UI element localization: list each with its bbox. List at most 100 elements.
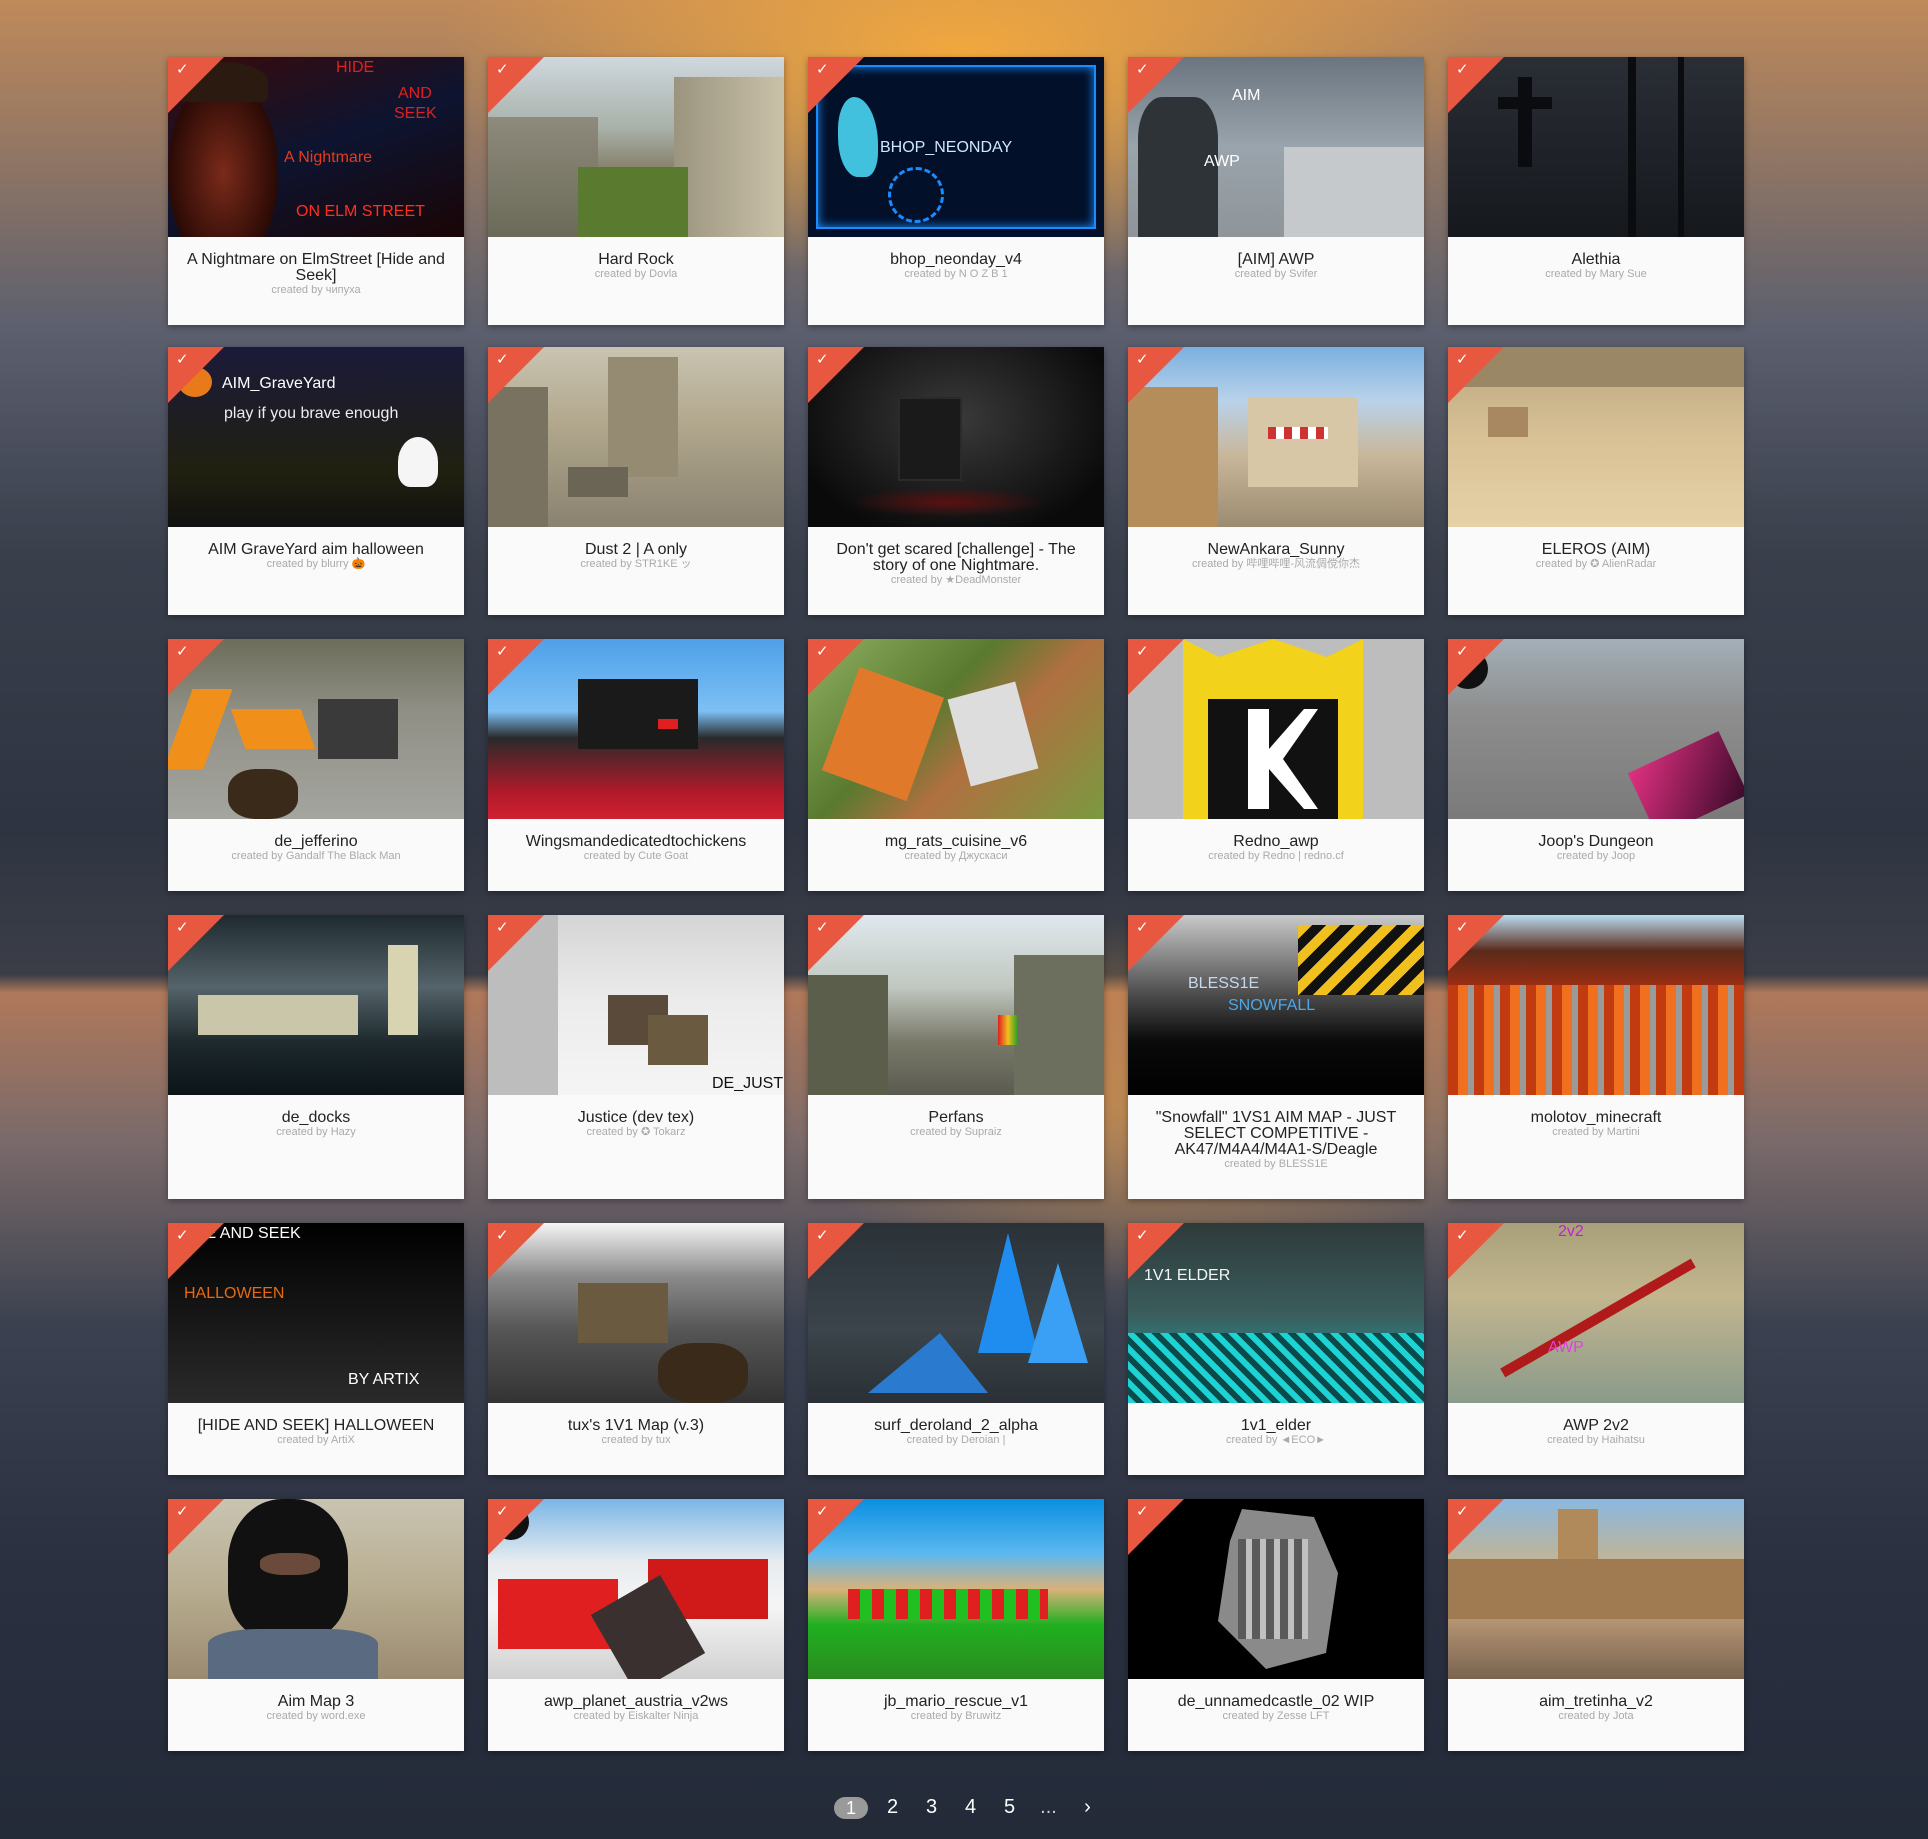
map-thumbnail[interactable]: AIM AWP ✓ xyxy=(1128,57,1424,237)
page-4-button[interactable]: 4 xyxy=(951,1796,990,1819)
map-thumbnail[interactable]: ✓ xyxy=(488,347,784,527)
map-title[interactable]: Perfans xyxy=(808,1095,1104,1126)
creator-name[interactable]: ✪ AlienRadar xyxy=(1590,558,1656,570)
page-3-button[interactable]: 3 xyxy=(912,1796,951,1819)
creator-name[interactable]: Svifer xyxy=(1289,268,1317,280)
creator-name[interactable]: Jota xyxy=(1613,1710,1634,1722)
map-card[interactable]: ✓ Alethia created by Mary Sue xyxy=(1448,57,1744,325)
map-title[interactable]: jb_mario_rescue_v1 xyxy=(808,1679,1104,1710)
page-1-button[interactable]: 1 xyxy=(834,1796,868,1819)
map-thumbnail[interactable]: ✓ xyxy=(808,347,1104,527)
map-thumbnail[interactable]: ✓ xyxy=(1448,1499,1744,1679)
map-title[interactable]: [HIDE AND SEEK] HALLOWEEN xyxy=(168,1403,464,1434)
map-card[interactable]: HIDE AND SEEK A Nightmare ON ELM STREET … xyxy=(168,57,464,325)
map-thumbnail[interactable]: ✓ xyxy=(1128,639,1424,819)
map-title[interactable]: Alethia xyxy=(1448,237,1744,268)
map-card[interactable]: DE AND SEEK HALLOWEEN BY ARTIX ✓ [HIDE A… xyxy=(168,1223,464,1475)
page-5-button[interactable]: 5 xyxy=(990,1796,1029,1819)
map-title[interactable]: A Nightmare on ElmStreet [Hide and Seek] xyxy=(168,237,464,284)
creator-name[interactable]: ArtiX xyxy=(331,1434,355,1446)
creator-name[interactable]: BLESS1E xyxy=(1279,1158,1328,1170)
map-thumbnail[interactable]: ✓ xyxy=(1448,915,1744,1095)
map-title[interactable]: de_jefferino xyxy=(168,819,464,850)
creator-name[interactable]: Deroian | xyxy=(961,1434,1005,1446)
creator-name[interactable]: ✪ Tokarz xyxy=(641,1126,685,1138)
map-card[interactable]: ✓ de_docks created by Hazy xyxy=(168,915,464,1199)
page-2-button[interactable]: 2 xyxy=(873,1796,912,1819)
creator-name[interactable]: Cute Goat xyxy=(638,850,688,862)
map-card[interactable]: 2v2 AWP ✓ AWP 2v2 created by Haihatsu xyxy=(1448,1223,1744,1475)
creator-name[interactable]: Supraiz xyxy=(965,1126,1002,1138)
creator-name[interactable]: 哔哩哔哩-风流倜傥你杰 xyxy=(1246,558,1360,570)
map-title[interactable]: Aim Map 3 xyxy=(168,1679,464,1710)
map-card[interactable]: ✓ jb_mario_rescue_v1 created by Bruwitz xyxy=(808,1499,1104,1751)
map-thumbnail[interactable]: ✓ xyxy=(168,915,464,1095)
creator-name[interactable]: Джускаси xyxy=(959,850,1008,862)
creator-name[interactable]: STR1KE ッ xyxy=(635,558,692,570)
map-thumbnail[interactable]: BHOP_NEONDAY ✓ xyxy=(808,57,1104,237)
map-title[interactable]: de_docks xyxy=(168,1095,464,1126)
map-thumbnail[interactable]: ✓ xyxy=(808,915,1104,1095)
map-card[interactable]: ✓ Wingsmandedicatedtochickens created by… xyxy=(488,639,784,891)
map-title[interactable]: 1v1_elder xyxy=(1128,1403,1424,1434)
creator-name[interactable]: чипуха xyxy=(326,284,361,296)
map-card[interactable]: ✓ ELEROS (AIM) created by ✪ AlienRadar xyxy=(1448,347,1744,615)
map-title[interactable]: surf_deroland_2_alpha xyxy=(808,1403,1104,1434)
map-title[interactable]: Redno_awp xyxy=(1128,819,1424,850)
map-card[interactable]: ✓ Aim Map 3 created by word.exe xyxy=(168,1499,464,1751)
map-card[interactable]: ✓ Dust 2 | A only created by STR1KE ッ xyxy=(488,347,784,615)
creator-name[interactable]: Zesse LFT xyxy=(1277,1710,1330,1722)
creator-name[interactable]: blurry 🎃 xyxy=(321,558,365,570)
map-title[interactable]: NewAnkara_Sunny xyxy=(1128,527,1424,558)
map-thumbnail[interactable]: DE AND SEEK HALLOWEEN BY ARTIX ✓ xyxy=(168,1223,464,1403)
map-thumbnail[interactable]: ✓ xyxy=(1128,1499,1424,1679)
map-thumbnail[interactable]: ✓ xyxy=(168,1499,464,1679)
map-thumbnail[interactable]: AIM_GraveYard play if you brave enough ✓ xyxy=(168,347,464,527)
map-title[interactable]: de_unnamedcastle_02 WIP xyxy=(1128,1679,1424,1710)
map-card[interactable]: BHOP_NEONDAY ✓ bhop_neonday_v4 created b… xyxy=(808,57,1104,325)
map-card[interactable]: ✓ molotov_minecraft created by Martini xyxy=(1448,915,1744,1199)
map-thumbnail[interactable]: ✓ xyxy=(1128,347,1424,527)
map-title[interactable]: "Snowfall" 1VS1 AIM MAP - JUST SELECT CO… xyxy=(1128,1095,1424,1158)
map-card[interactable]: DE_JUSTICE ✓ Justice (dev tex) created b… xyxy=(488,915,784,1199)
map-title[interactable]: awp_planet_austria_v2ws xyxy=(488,1679,784,1710)
map-title[interactable]: Joop's Dungeon xyxy=(1448,819,1744,850)
creator-name[interactable]: Gandalf The Black Man xyxy=(286,850,401,862)
map-thumbnail[interactable]: HIDE AND SEEK A Nightmare ON ELM STREET … xyxy=(168,57,464,237)
map-card[interactable]: ✓ Joop's Dungeon created by Joop xyxy=(1448,639,1744,891)
map-thumbnail[interactable]: DE_JUSTICE ✓ xyxy=(488,915,784,1095)
map-card[interactable]: ✓ awp_planet_austria_v2ws created by Eis… xyxy=(488,1499,784,1751)
map-thumbnail[interactable]: ✓ xyxy=(1448,639,1744,819)
map-thumbnail[interactable]: ✓ xyxy=(488,639,784,819)
map-thumbnail[interactable]: ✓ xyxy=(808,639,1104,819)
map-card[interactable]: ✓ Don't get scared [challenge] - The sto… xyxy=(808,347,1104,615)
map-thumbnail[interactable]: ✓ xyxy=(808,1223,1104,1403)
map-title[interactable]: ELEROS (AIM) xyxy=(1448,527,1744,558)
map-card[interactable]: ✓ Redno_awp created by Redno | redno.cf xyxy=(1128,639,1424,891)
creator-name[interactable]: word.exe xyxy=(321,1710,366,1722)
map-title[interactable]: Justice (dev tex) xyxy=(488,1095,784,1126)
creator-name[interactable]: Dovla xyxy=(649,268,677,280)
map-title[interactable]: Wingsmandedicatedtochickens xyxy=(488,819,784,850)
map-thumbnail[interactable]: 1V1 ELDER ✓ xyxy=(1128,1223,1424,1403)
map-title[interactable]: Hard Rock xyxy=(488,237,784,268)
map-title[interactable]: aim_tretinha_v2 xyxy=(1448,1679,1744,1710)
map-card[interactable]: AIM AWP ✓ [AIM] AWP created by Svifer xyxy=(1128,57,1424,325)
map-thumbnail[interactable]: ✓ xyxy=(488,1499,784,1679)
creator-name[interactable]: ★DeadMonster xyxy=(945,574,1021,586)
map-title[interactable]: AIM GraveYard aim halloween xyxy=(168,527,464,558)
creator-name[interactable]: Joop xyxy=(1611,850,1635,862)
map-thumbnail[interactable]: ✓ xyxy=(1448,57,1744,237)
map-card[interactable]: BLESS1E SNOWFALL ✓ "Snowfall" 1VS1 AIM M… xyxy=(1128,915,1424,1199)
creator-name[interactable]: Martini xyxy=(1607,1126,1640,1138)
creator-name[interactable]: Redno | redno.cf xyxy=(1263,850,1344,862)
creator-name[interactable]: Haihatsu xyxy=(1602,1434,1645,1446)
creator-name[interactable]: Hazy xyxy=(331,1126,356,1138)
map-card[interactable]: ✓ surf_deroland_2_alpha created by Deroi… xyxy=(808,1223,1104,1475)
map-title[interactable]: mg_rats_cuisine_v6 xyxy=(808,819,1104,850)
map-title[interactable]: AWP 2v2 xyxy=(1448,1403,1744,1434)
map-card[interactable]: ✓ Hard Rock created by Dovla xyxy=(488,57,784,325)
creator-name[interactable]: ◄ECO► xyxy=(1280,1434,1326,1446)
map-title[interactable]: tux's 1V1 Map (v.3) xyxy=(488,1403,784,1434)
creator-name[interactable]: Mary Sue xyxy=(1600,268,1647,280)
